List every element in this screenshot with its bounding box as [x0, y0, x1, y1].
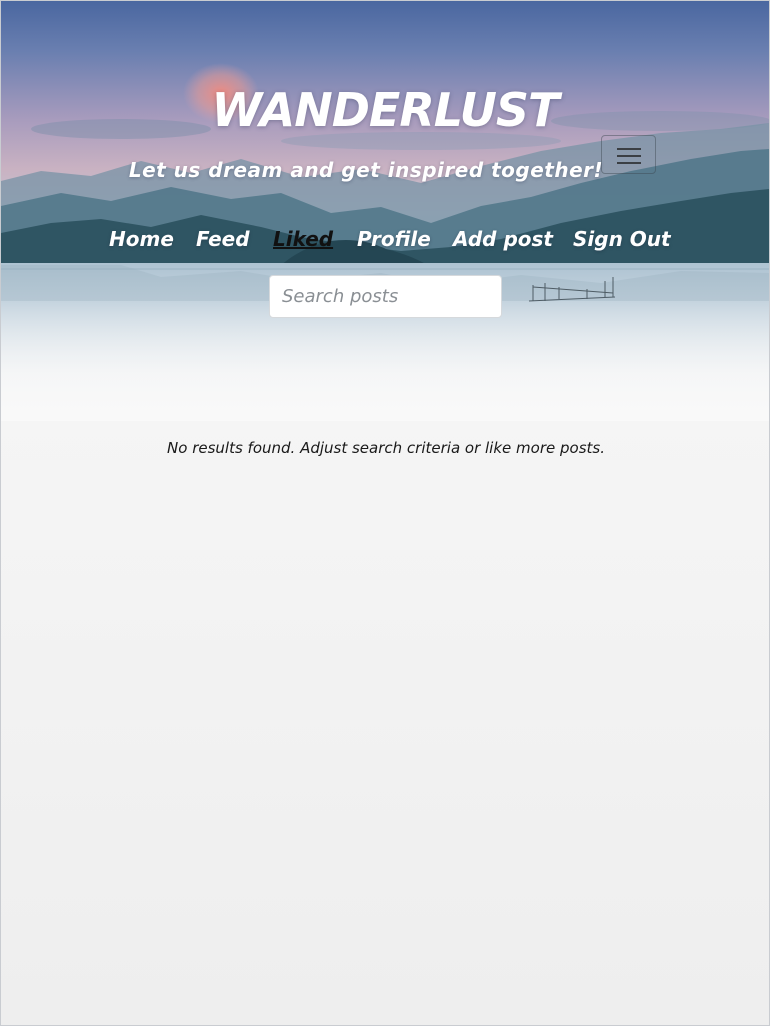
page-frame: WANDERLUST Let us dream and get inspired…	[0, 0, 770, 1026]
empty-results-message: No results found. Adjust search criteria…	[167, 439, 605, 457]
site-title: WANDERLUST	[211, 83, 560, 137]
nav-link-liked[interactable]: Liked	[273, 227, 333, 251]
nav-link-home[interactable]: Home	[109, 227, 174, 251]
hamburger-menu-icon-bar	[617, 155, 641, 157]
hamburger-menu-icon	[617, 148, 641, 150]
lake-landscape-image	[1, 1, 769, 421]
hero-banner: WANDERLUST Let us dream and get inspired…	[1, 1, 769, 421]
nav-link-sign-out[interactable]: Sign Out	[573, 227, 671, 251]
hamburger-menu-icon-bar	[617, 162, 641, 164]
nav-link-add-post[interactable]: Add post	[453, 227, 553, 251]
search-input[interactable]	[269, 275, 502, 318]
main-nav: Home Feed Liked Profile Add post Sign Ou…	[1, 227, 769, 259]
navbar-toggle-button[interactable]	[601, 135, 656, 174]
nav-link-profile[interactable]: Profile	[357, 227, 431, 251]
nav-link-feed[interactable]: Feed	[196, 227, 250, 251]
